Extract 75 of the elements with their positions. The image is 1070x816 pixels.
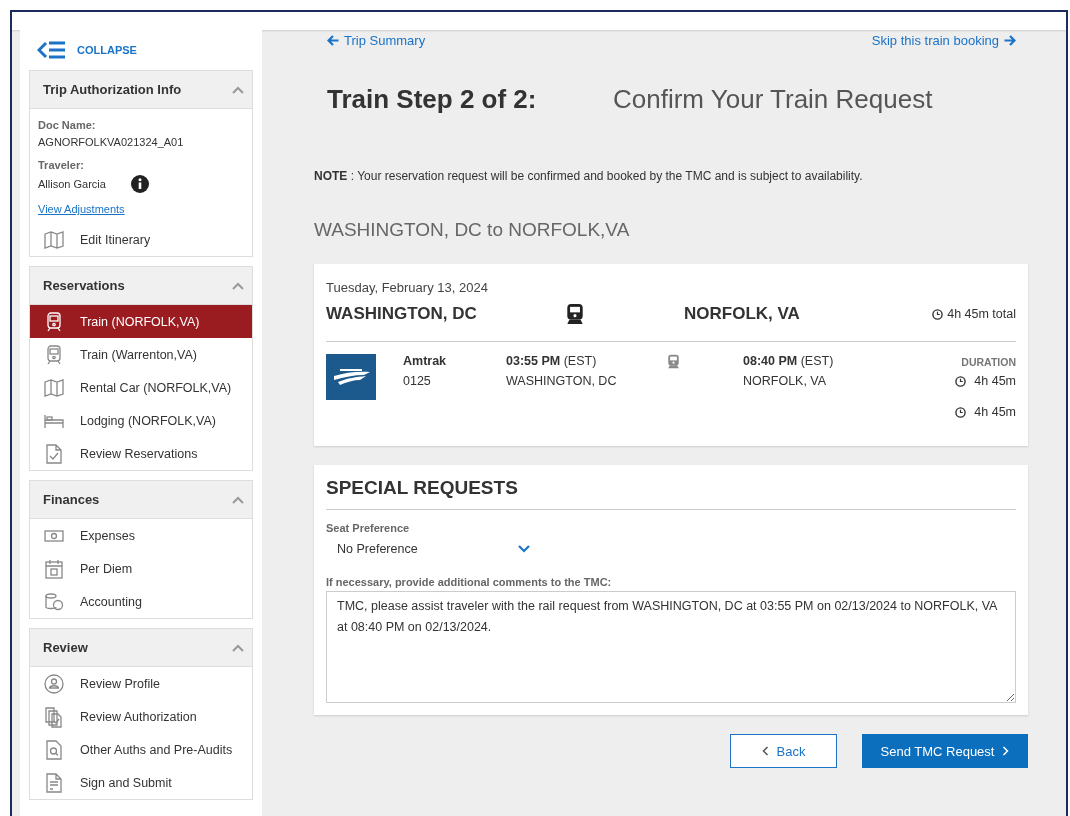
chevron-up-icon — [232, 85, 244, 94]
train-icon — [666, 354, 681, 369]
step-title: Train Step 2 of 2: — [327, 84, 538, 115]
clock-icon — [932, 308, 944, 320]
sidebar-item[interactable]: Rental Car (NORFOLK,VA) — [30, 371, 252, 404]
panel-header[interactable]: Trip Authorization Info — [30, 71, 252, 109]
sidebar-item[interactable]: Sign and Submit — [30, 766, 252, 799]
skip-booking-link[interactable]: Skip this train booking — [871, 33, 1016, 48]
sidebar-item[interactable]: Review Profile — [30, 667, 252, 700]
depart-city: WASHINGTON, DC — [506, 374, 618, 388]
calendar-icon — [43, 557, 65, 580]
seat-preference-label: Seat Preference — [326, 522, 411, 534]
doc-check-icon — [43, 442, 65, 465]
trip-date: Tuesday, February 13, 2024 — [326, 280, 489, 295]
arrow-right-icon — [1004, 35, 1016, 46]
chevron-right-icon — [1002, 746, 1010, 756]
panel-header[interactable]: Reservations — [30, 267, 252, 305]
sidebar-item[interactable]: Train (Warrenton,VA) — [30, 338, 252, 371]
field-value: Allison Garcia — [38, 178, 106, 190]
chevron-up-icon — [232, 643, 244, 652]
duration-value: 4h 45m — [974, 374, 1016, 388]
trip-summary-link[interactable]: Trip Summary — [327, 33, 426, 48]
send-tmc-request-button[interactable]: Send TMC Request — [862, 734, 1028, 768]
arrive-city: NORFOLK, VA — [743, 374, 828, 388]
field-value: AGNORFOLKVA021324_A01 — [38, 136, 184, 148]
panel-header[interactable]: Review — [30, 629, 252, 667]
profile-icon — [43, 672, 65, 695]
amtrak-logo — [326, 354, 376, 400]
chevron-down-icon — [517, 545, 530, 553]
sidebar-item[interactable]: Expenses — [30, 519, 252, 552]
clock-icon — [955, 375, 967, 387]
map-icon — [43, 228, 65, 251]
field-label: Doc Name: — [38, 119, 97, 131]
section-title: SPECIAL REQUESTS — [326, 477, 1016, 510]
clock-icon — [955, 406, 967, 418]
field-label: Traveler: — [38, 159, 85, 171]
total-duration: 4h 45m total — [947, 307, 1016, 321]
duration-label: DURATION — [960, 356, 1016, 368]
duration-value: 4h 45m — [974, 405, 1016, 419]
chevron-up-icon — [232, 281, 244, 290]
arrow-left-icon — [327, 35, 339, 46]
sidebar-item[interactable]: Edit Itinerary — [30, 223, 252, 256]
train-icon — [564, 303, 586, 325]
comments-field[interactable]: TMC, please assist traveler with the rail request from WASHINGTON, DC at 03:55 PM on 02/13/2024 to NORFOLK, VA at 08:40 PM on 02/13/2024. — [326, 591, 1016, 703]
carrier-name: Amtrak — [403, 354, 448, 368]
seat-preference-select[interactable]: No Preference — [326, 534, 541, 576]
panel-header[interactable]: Finances — [30, 481, 252, 519]
note-text: NOTE : Your reservation request will be confirmed and booked by the TMC and is subject to availability. — [314, 169, 864, 183]
map-icon — [43, 376, 65, 399]
step-subtitle: Confirm Your Train Request — [613, 84, 933, 115]
origin-city: WASHINGTON, DC — [326, 304, 478, 324]
coins-icon — [43, 590, 65, 613]
sidebar-item[interactable]: Lodging (NORFOLK,VA) — [30, 404, 252, 437]
sidebar-item[interactable]: Per Diem — [30, 552, 252, 585]
sidebar-item[interactable]: Accounting — [30, 585, 252, 618]
back-button[interactable]: Back — [730, 734, 837, 768]
train-number: 0125 — [403, 374, 432, 388]
arrive-time: 08:40 PM (EST) — [743, 354, 835, 368]
collapse-icon[interactable] — [37, 41, 67, 59]
sidebar-item[interactable]: Review Reservations — [30, 437, 252, 470]
depart-time: 03:55 PM (EST) — [506, 354, 598, 368]
route-title: WASHINGTON, DC to NORFOLK,VA — [314, 219, 631, 241]
chevron-up-icon — [232, 495, 244, 504]
destination-city: NORFOLK, VA — [684, 304, 801, 324]
sign-doc-icon — [43, 771, 65, 794]
sidebar-item[interactable]: Other Auths and Pre-Audits — [30, 733, 252, 766]
search-doc-icon — [43, 738, 65, 761]
sidebar-item[interactable]: Train (NORFOLK,VA) — [30, 305, 252, 338]
collapse-link[interactable]: COLLAPSE — [77, 44, 137, 56]
comments-label: If necessary, provide additional comments to the TMC: — [326, 576, 613, 588]
info-icon[interactable] — [130, 175, 149, 193]
docs-icon — [43, 705, 65, 728]
view-adjustments-link[interactable]: View Adjustments — [38, 203, 125, 215]
sidebar-item[interactable]: Review Authorization — [30, 700, 252, 733]
chevron-left-icon — [761, 746, 769, 756]
